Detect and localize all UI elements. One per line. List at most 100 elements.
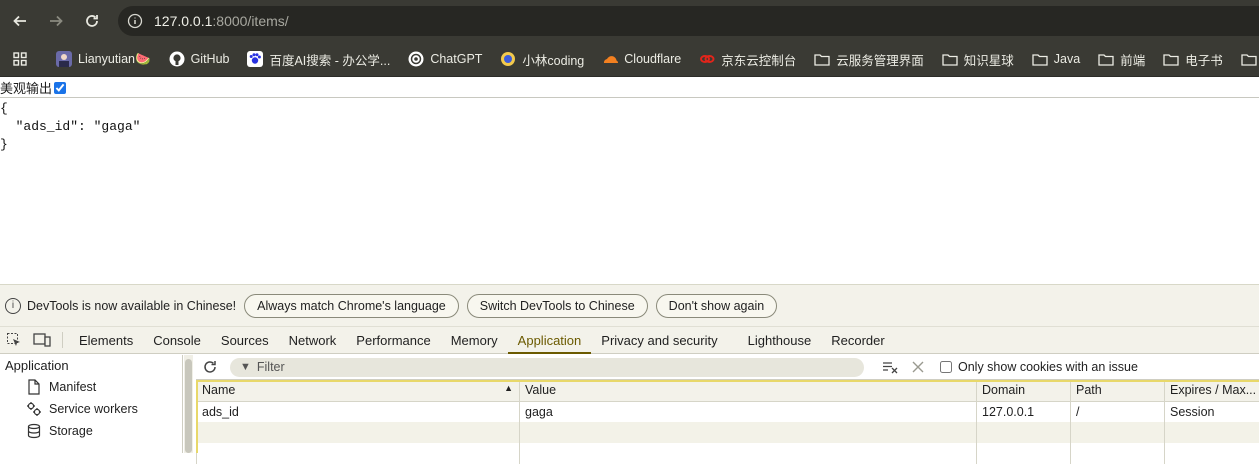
tab-lighthouse[interactable]: Lighthouse bbox=[738, 327, 822, 354]
github-icon bbox=[169, 51, 185, 67]
bookmark-folder-cloud[interactable]: 云服务管理界面 bbox=[814, 50, 924, 69]
devtools-tabs: Elements Console Sources Network Perform… bbox=[0, 327, 1259, 354]
folder-icon bbox=[942, 51, 958, 67]
folder-icon bbox=[1241, 51, 1257, 67]
cookie-path: / bbox=[1071, 401, 1165, 422]
sidebar-scrollbar[interactable] bbox=[184, 355, 193, 453]
cookies-table: Name▲ Value Domain Path Expires / Max...… bbox=[196, 380, 1259, 464]
bookmark-folder-ebooks[interactable]: 电子书 bbox=[1163, 50, 1223, 69]
reload-button[interactable] bbox=[74, 3, 110, 39]
tab-network[interactable]: Network bbox=[279, 327, 347, 354]
only-issue-label: Only show cookies with an issue bbox=[958, 360, 1138, 374]
bookmark-xiaolin[interactable]: 小林coding bbox=[500, 50, 584, 69]
url-path: :8000/items/ bbox=[212, 13, 288, 29]
tab-console[interactable]: Console bbox=[143, 327, 211, 354]
cookie-expires: Session bbox=[1165, 401, 1259, 422]
filter-icon: ▼ bbox=[240, 361, 251, 373]
column-header-value[interactable]: Value bbox=[520, 380, 977, 401]
forward-button[interactable] bbox=[38, 3, 74, 39]
bookmark-github[interactable]: GitHub bbox=[169, 51, 230, 67]
bookmark-jdcloud[interactable]: 京东云控制台 bbox=[699, 50, 796, 69]
delete-selected-icon[interactable] bbox=[904, 355, 932, 380]
chatgpt-icon bbox=[408, 51, 424, 67]
clear-all-icon[interactable] bbox=[876, 355, 904, 380]
refresh-icon[interactable] bbox=[196, 355, 224, 380]
bookmark-folder-shua[interactable]: 刷 bbox=[1241, 50, 1259, 69]
filter-input[interactable]: ▼ Filter bbox=[230, 358, 864, 377]
gears-icon bbox=[26, 401, 42, 417]
devtools-body: Application Manifest Service workers Sto… bbox=[0, 355, 1259, 453]
page-content: 美观输出 { "ads_id": "gaga"} bbox=[0, 78, 1259, 284]
info-icon: i bbox=[5, 298, 21, 314]
bookmark-baidu-ai[interactable]: 百度AI搜索 - 办公学... bbox=[247, 50, 390, 69]
pretty-print-label: 美观输出 bbox=[0, 78, 52, 97]
filter-placeholder: Filter bbox=[257, 360, 285, 374]
site-info-icon[interactable] bbox=[126, 12, 144, 30]
tab-application[interactable]: Application bbox=[508, 327, 592, 354]
folder-icon bbox=[814, 51, 830, 67]
file-icon bbox=[26, 379, 42, 395]
tab-memory[interactable]: Memory bbox=[441, 327, 508, 354]
table-row-empty bbox=[197, 422, 1259, 443]
baidu-icon bbox=[247, 51, 263, 67]
devtools-panel: i DevTools is now available in Chinese! … bbox=[0, 284, 1259, 452]
only-issue-checkbox[interactable] bbox=[940, 361, 952, 373]
tab-elements[interactable]: Elements bbox=[69, 327, 143, 354]
folder-icon bbox=[1098, 51, 1114, 67]
bookmark-lianyutian[interactable]: Lianyutian🍉 bbox=[56, 51, 151, 67]
sort-ascending-icon: ▲ bbox=[504, 383, 513, 393]
tabs-separator bbox=[62, 332, 63, 348]
column-header-expires[interactable]: Expires / Max... bbox=[1165, 380, 1259, 401]
address-bar[interactable]: 127.0.0.1:8000/items/ bbox=[118, 6, 1259, 36]
column-header-name[interactable]: Name▲ bbox=[197, 380, 520, 401]
tab-recorder[interactable]: Recorder bbox=[821, 327, 894, 354]
table-row-empty bbox=[197, 443, 1259, 464]
database-icon bbox=[26, 423, 42, 439]
tab-performance[interactable]: Performance bbox=[346, 327, 440, 354]
bookmark-folder-frontend[interactable]: 前端 bbox=[1098, 50, 1145, 69]
device-toolbar-icon[interactable] bbox=[28, 327, 56, 354]
tab-privacy-security[interactable]: Privacy and security bbox=[591, 327, 727, 354]
cookie-value: gaga bbox=[520, 401, 977, 422]
json-line: "ads_id": "gaga" bbox=[0, 118, 1259, 136]
back-button[interactable] bbox=[2, 3, 38, 39]
table-row[interactable]: ads_id gaga 127.0.0.1 / Session bbox=[197, 401, 1259, 422]
switch-chinese-button[interactable]: Switch DevTools to Chinese bbox=[467, 294, 648, 318]
only-issue-filter[interactable]: Only show cookies with an issue bbox=[940, 360, 1138, 374]
column-header-path[interactable]: Path bbox=[1071, 380, 1165, 401]
inspect-element-icon[interactable] bbox=[0, 327, 28, 354]
dont-show-again-button[interactable]: Don't show again bbox=[656, 294, 778, 318]
bookmark-cloudflare[interactable]: Cloudflare bbox=[602, 51, 681, 67]
match-language-button[interactable]: Always match Chrome's language bbox=[244, 294, 459, 318]
sidebar-item-service-workers[interactable]: Service workers bbox=[0, 398, 182, 420]
cookie-name: ads_id bbox=[197, 401, 520, 422]
bookmark-folder-zsxq[interactable]: 知识星球 bbox=[942, 50, 1014, 69]
apps-grid-icon[interactable] bbox=[12, 51, 28, 67]
forward-arrow-icon bbox=[48, 13, 64, 29]
xiaolin-icon bbox=[500, 51, 516, 67]
folder-icon bbox=[1163, 51, 1179, 67]
back-arrow-icon bbox=[12, 13, 28, 29]
sidebar-heading: Application bbox=[0, 355, 182, 376]
scrollbar-thumb[interactable] bbox=[185, 359, 192, 453]
reload-icon bbox=[84, 13, 100, 29]
folder-icon bbox=[1032, 51, 1048, 67]
language-infobar: i DevTools is now available in Chinese! … bbox=[0, 285, 1259, 327]
browser-toolbar: 127.0.0.1:8000/items/ bbox=[0, 0, 1259, 42]
avatar-icon bbox=[56, 51, 72, 67]
infobar-message: DevTools is now available in Chinese! bbox=[27, 299, 236, 313]
bookmark-chatgpt[interactable]: ChatGPT bbox=[408, 51, 482, 67]
pretty-print-bar: 美观输出 bbox=[0, 78, 1259, 98]
tab-sources[interactable]: Sources bbox=[211, 327, 279, 354]
bookmark-folder-java[interactable]: Java bbox=[1032, 51, 1080, 67]
sidebar-item-storage[interactable]: Storage bbox=[0, 420, 182, 442]
column-header-domain[interactable]: Domain bbox=[977, 380, 1071, 401]
cookies-panel: ▼ Filter Only show cookies with an issue bbox=[196, 355, 1259, 453]
cloudflare-icon bbox=[602, 51, 618, 67]
json-output: { "ads_id": "gaga"} bbox=[0, 98, 1259, 154]
bookmarks-bar: Lianyutian🍉 GitHub 百度AI搜索 - 办公学... ChatG… bbox=[0, 42, 1259, 77]
sidebar-item-manifest[interactable]: Manifest bbox=[0, 376, 182, 398]
json-line: } bbox=[0, 136, 1259, 154]
url-host: 127.0.0.1 bbox=[154, 13, 212, 29]
pretty-print-checkbox[interactable] bbox=[54, 82, 66, 94]
